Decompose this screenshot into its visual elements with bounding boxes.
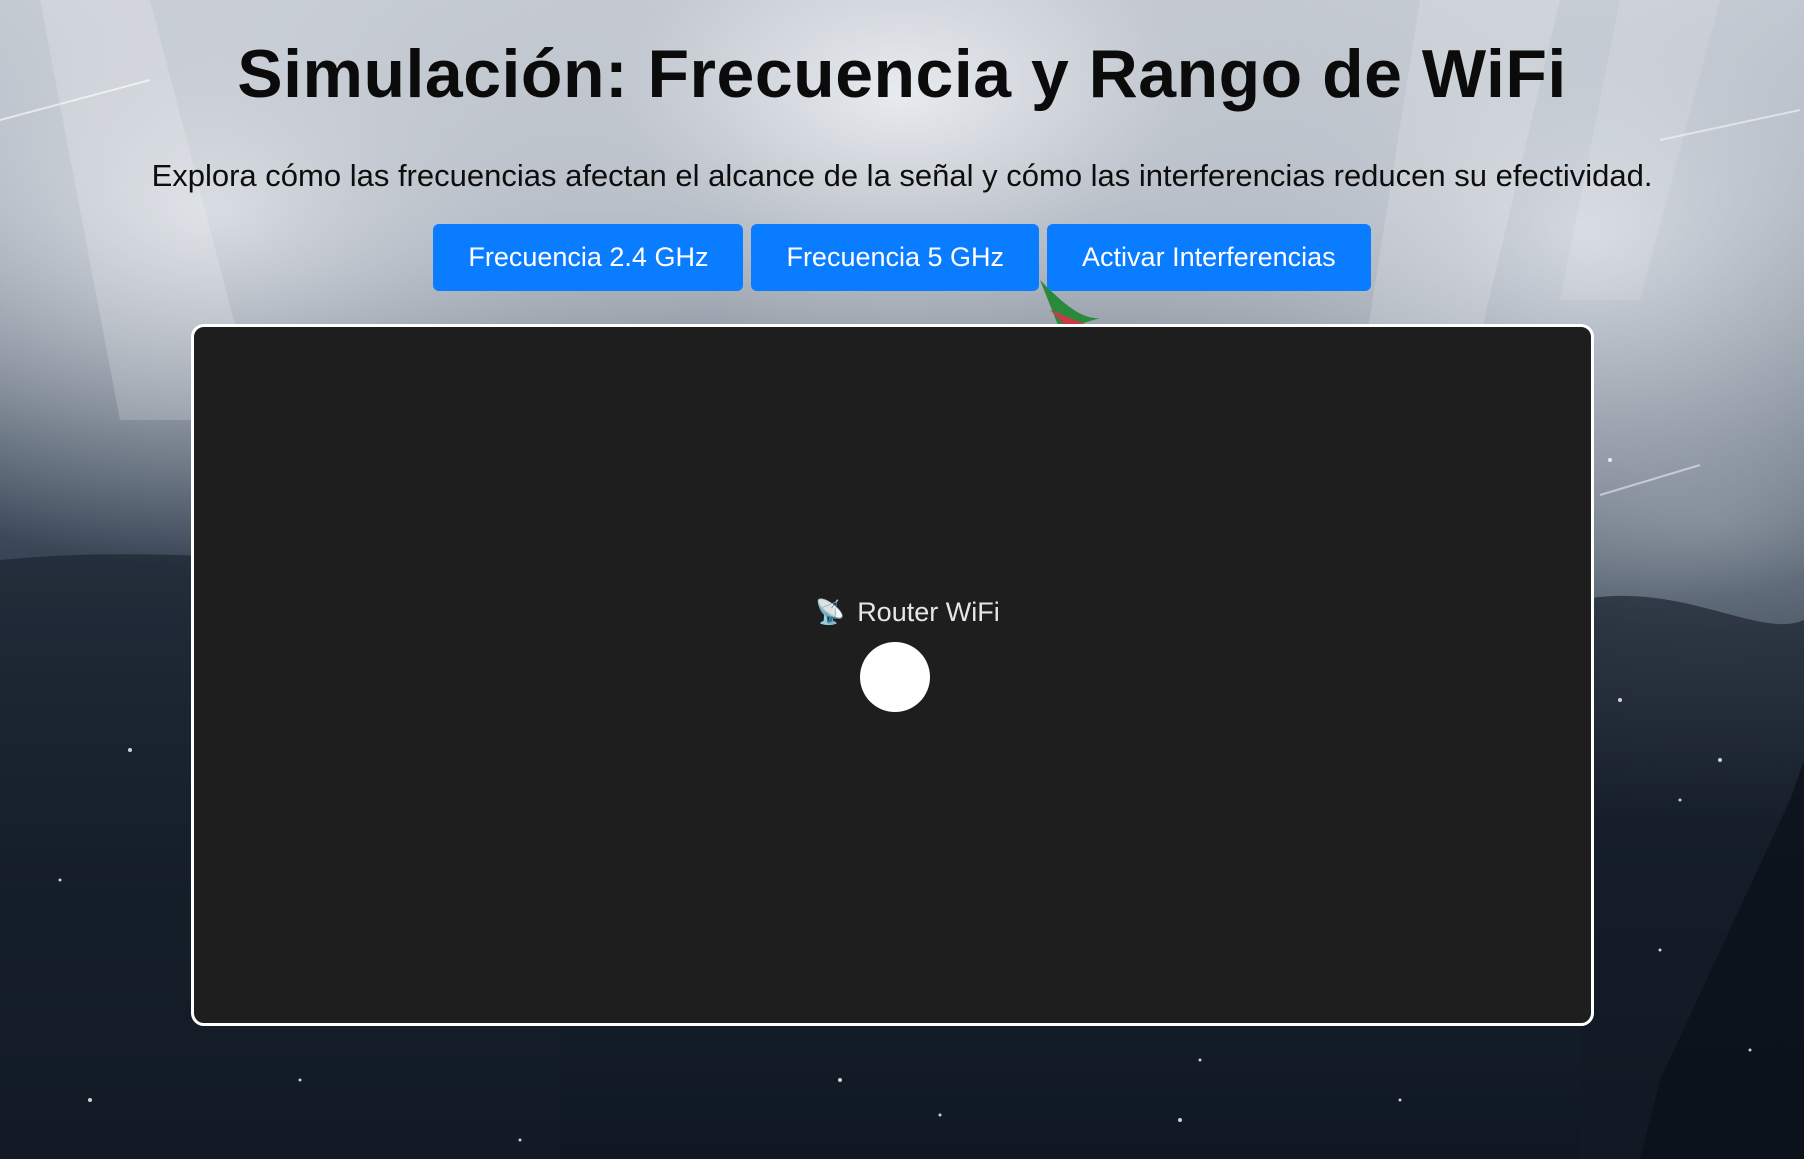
satellite-antenna-icon: 📡	[815, 599, 846, 626]
page-title: Simulación: Frecuencia y Rango de WiFi	[237, 36, 1567, 112]
frequency-2-4ghz-button[interactable]: Frecuencia 2.4 GHz	[433, 224, 744, 291]
router-node[interactable]	[860, 642, 930, 712]
router-label-row: 📡 Router WiFi	[194, 597, 1591, 628]
activate-interference-button[interactable]: Activar Interferencias	[1047, 224, 1371, 291]
page-content: Simulación: Frecuencia y Rango de WiFi E…	[0, 0, 1804, 291]
frequency-controls: Frecuencia 2.4 GHz Frecuencia 5 GHz Acti…	[0, 224, 1804, 291]
page-subtitle: Explora cómo las frecuencias afectan el …	[151, 158, 1653, 193]
router-label-text: Router WiFi	[857, 597, 1000, 627]
frequency-5ghz-button[interactable]: Frecuencia 5 GHz	[751, 224, 1040, 291]
simulation-canvas[interactable]: 📡 Router WiFi	[191, 324, 1594, 1026]
router-label: 📡 Router WiFi	[815, 597, 999, 628]
